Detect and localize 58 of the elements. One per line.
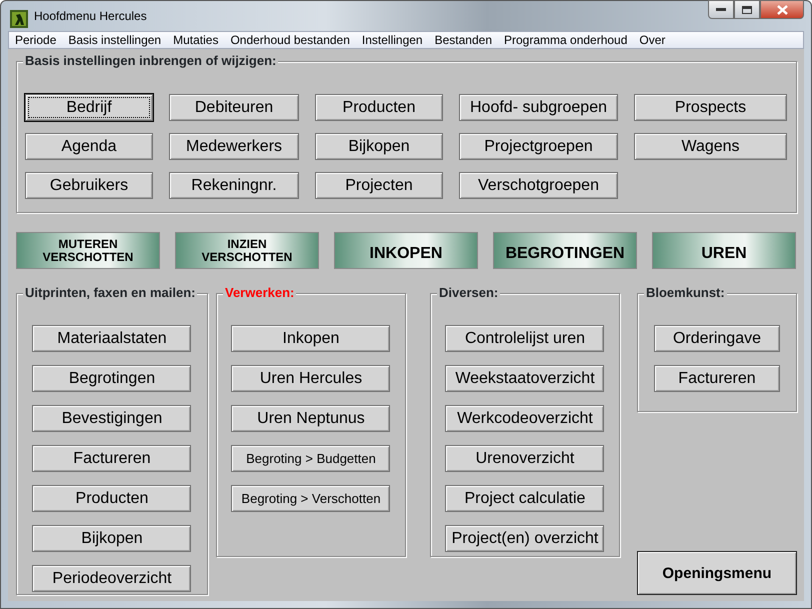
window-title: Hoofdmenu Hercules xyxy=(34,8,147,25)
menu-button[interactable]: Medewerkers xyxy=(169,133,299,160)
menu-button[interactable]: Factureren xyxy=(32,445,192,472)
menu-item[interactable]: Programma onderhoud xyxy=(498,32,634,48)
menu-button[interactable]: Producten xyxy=(315,94,443,121)
menu-button[interactable]: Wagens xyxy=(634,133,787,160)
menu-button[interactable]: Controlelijst uren xyxy=(445,325,604,352)
menu-button[interactable]: Inkopen xyxy=(231,325,390,352)
action-button[interactable]: INZIEN VERSCHOTTEN xyxy=(175,232,319,269)
action-button[interactable]: MUTEREN VERSCHOTTEN xyxy=(16,232,160,269)
menu-button[interactable]: Bijkopen xyxy=(32,525,192,552)
menu-button[interactable]: Urenoverzicht xyxy=(445,445,604,472)
menu-button[interactable]: Begroting > Budgetten xyxy=(231,445,390,472)
action-button[interactable]: UREN xyxy=(652,232,796,269)
menu-button[interactable]: Bevestigingen xyxy=(32,405,192,432)
menu-button[interactable]: Gebruikers xyxy=(25,172,153,199)
menu-button[interactable]: Bedrijf xyxy=(25,94,153,121)
menu-button[interactable]: Orderingave xyxy=(654,325,780,352)
menu-item[interactable]: Periode xyxy=(9,32,62,48)
menu-button[interactable]: Project(en) overzicht xyxy=(445,525,604,552)
menu-item[interactable]: Instellingen xyxy=(356,32,429,48)
menu-button[interactable]: Debiteuren xyxy=(169,94,299,121)
menu-button[interactable]: Uren Neptunus xyxy=(231,405,390,432)
menu-item[interactable]: Over xyxy=(633,32,672,48)
menu-button[interactable]: Projectgroepen xyxy=(459,133,618,160)
menu-item[interactable]: Bestanden xyxy=(428,32,498,48)
close-icon xyxy=(776,4,788,14)
close-button[interactable] xyxy=(760,0,804,19)
app-icon xyxy=(10,7,28,25)
group-title: Basis instellingen inbrengen of wijzigen: xyxy=(23,53,278,69)
menu-button[interactable]: Hoofd- subgroepen xyxy=(459,94,618,121)
menu-button[interactable]: Werkcodeoverzicht xyxy=(445,405,604,432)
maximize-button[interactable] xyxy=(734,0,760,19)
menu-button[interactable]: Bijkopen xyxy=(315,133,443,160)
menu-item[interactable]: Onderhoud bestanden xyxy=(224,32,356,48)
menu-button[interactable]: Factureren xyxy=(654,365,780,392)
openingsmenu-button[interactable]: Openingsmenu xyxy=(636,551,797,595)
action-button[interactable]: BEGROTINGEN xyxy=(493,232,637,269)
menu-button[interactable]: Materiaalstaten xyxy=(32,325,192,352)
minimize-button[interactable] xyxy=(708,0,734,19)
maximize-icon xyxy=(742,6,752,14)
menu-button[interactable]: Agenda xyxy=(25,133,153,160)
menu-button[interactable]: Weekstaatoverzicht xyxy=(445,365,604,392)
menu-button[interactable]: Project calculatie xyxy=(445,485,604,512)
menu-button[interactable]: Producten xyxy=(32,485,192,512)
menu-button[interactable]: Rekeningnr. xyxy=(169,172,299,199)
action-button[interactable]: INKOPEN xyxy=(334,232,478,269)
menu-button[interactable]: Begroting > Verschotten xyxy=(231,485,390,512)
group-title: Uitprinten, faxen en mailen: xyxy=(23,285,198,301)
menu-button[interactable]: Projecten xyxy=(315,172,443,199)
menu-button[interactable]: Verschotgroepen xyxy=(459,172,618,199)
menu-item[interactable]: Mutaties xyxy=(167,32,224,48)
menu-button[interactable]: Uren Hercules xyxy=(231,365,390,392)
minimize-icon xyxy=(716,8,726,12)
menu-item[interactable]: Basis instellingen xyxy=(62,32,168,48)
menu-button[interactable]: Periodeoverzicht xyxy=(32,565,192,592)
menu-button[interactable]: Prospects xyxy=(634,94,787,121)
menu-button[interactable]: Begrotingen xyxy=(32,365,192,392)
